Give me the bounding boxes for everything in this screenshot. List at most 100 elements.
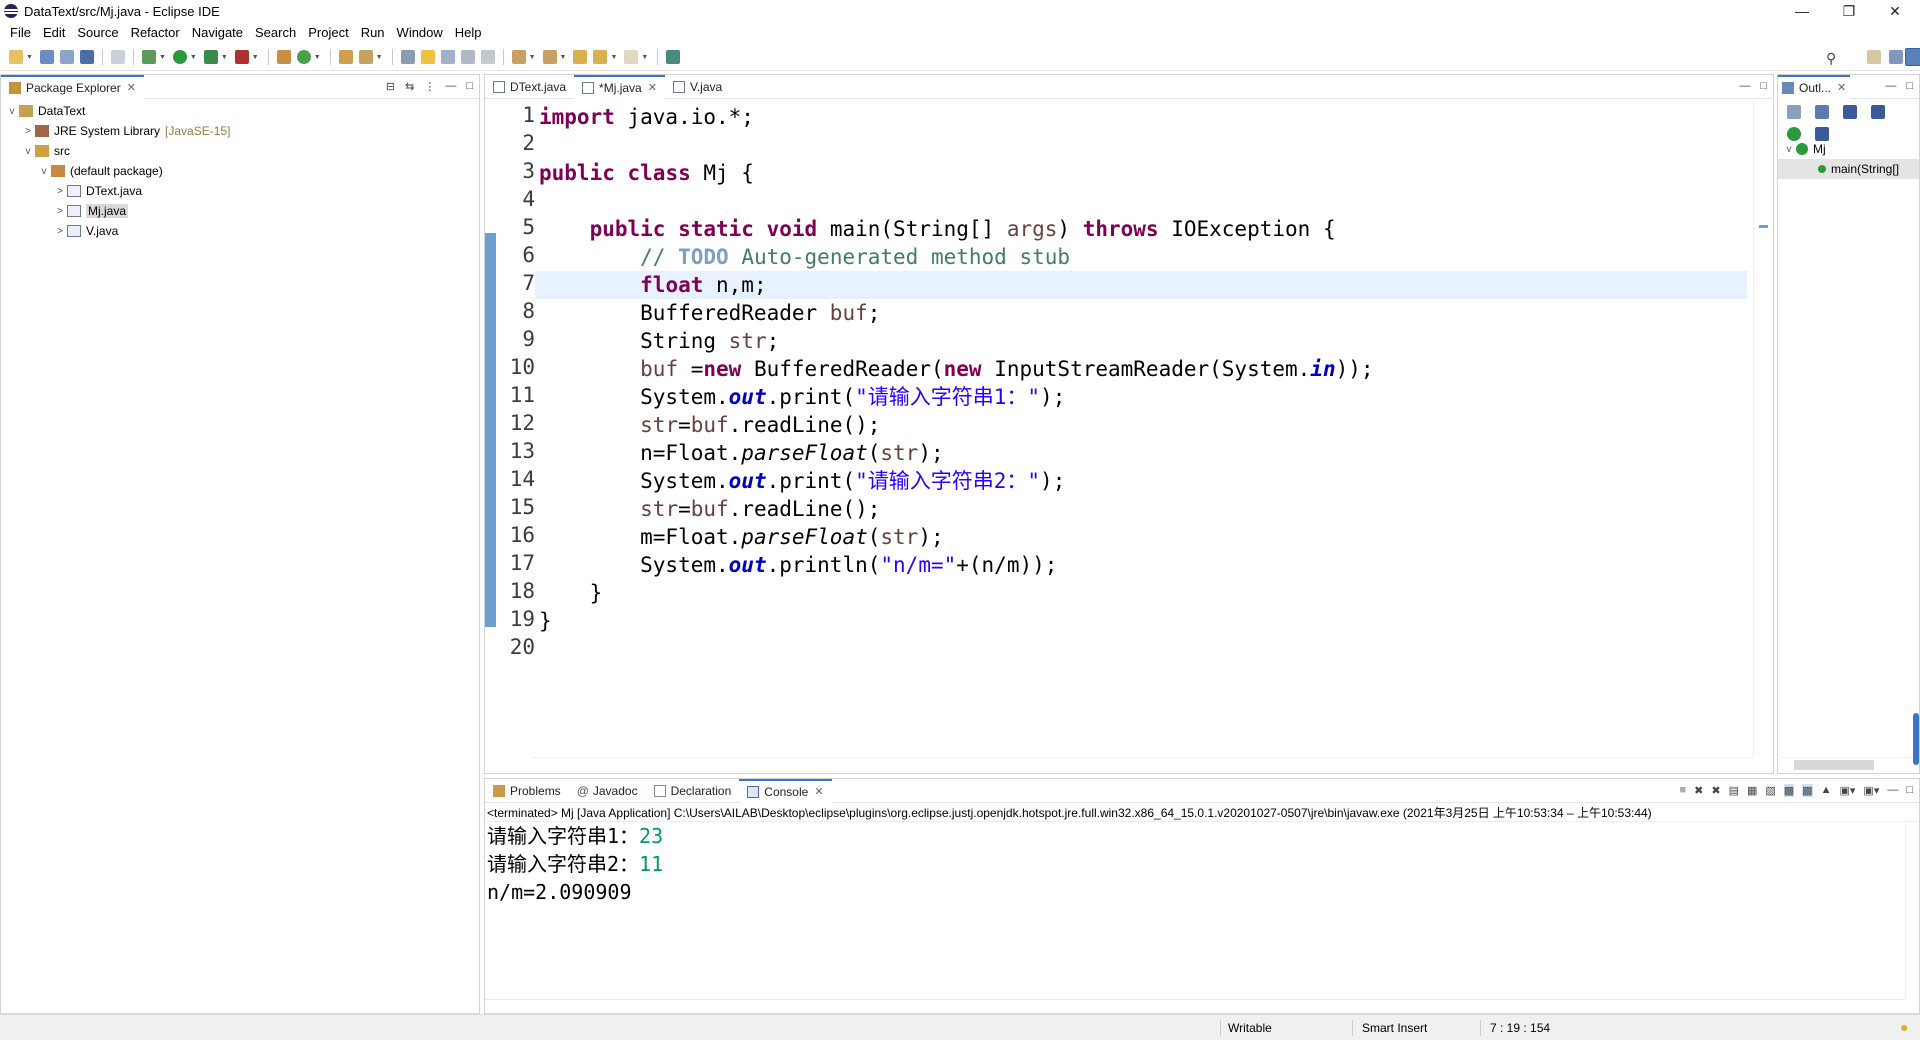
- perspective-java-ee-icon[interactable]: [1889, 50, 1903, 64]
- vertical-scrollbar[interactable]: [1753, 99, 1773, 757]
- console-output[interactable]: 请输入字符串1：23 请输入字符串2：11 n/m=2.090909: [485, 822, 1919, 906]
- menu-edit[interactable]: Edit: [37, 25, 71, 40]
- tab-outline[interactable]: Outl... ✕: [1778, 74, 1851, 99]
- coverage-icon[interactable]: [203, 50, 218, 64]
- collapse-all-icon[interactable]: [1787, 105, 1801, 119]
- tab-declaration[interactable]: Declaration: [646, 779, 740, 803]
- chevron-down-icon[interactable]: ▼: [26, 54, 33, 61]
- last-edit-icon[interactable]: [573, 50, 588, 64]
- close-icon[interactable]: ✕: [127, 81, 136, 94]
- menu-window[interactable]: Window: [391, 25, 449, 40]
- tab-package-explorer[interactable]: Package Explorer ✕: [1, 74, 144, 99]
- outline-item-class[interactable]: v Mj: [1778, 139, 1919, 159]
- save-icon[interactable]: [39, 50, 54, 64]
- tab-v-java[interactable]: V.java: [665, 75, 730, 99]
- horizontal-scrollbar[interactable]: [1782, 757, 1915, 771]
- collapse-all-icon[interactable]: ⊟: [386, 80, 395, 93]
- chevron-down-icon[interactable]: ▼: [641, 54, 648, 61]
- prev-annotation-icon[interactable]: [542, 50, 557, 64]
- minimize-icon[interactable]: —: [1885, 80, 1896, 92]
- tab-console[interactable]: Console ✕: [739, 778, 832, 803]
- close-button[interactable]: ✕: [1873, 0, 1917, 22]
- perspective-java-icon[interactable]: [1905, 48, 1920, 66]
- open-type-icon[interactable]: [338, 50, 353, 64]
- code-line[interactable]: BufferedReader buf;: [539, 299, 880, 327]
- hide-static-icon[interactable]: [1871, 105, 1885, 119]
- chevron-down-icon[interactable]: ▼: [560, 54, 567, 61]
- save-all-icon[interactable]: [59, 50, 74, 64]
- external-tools-icon[interactable]: [234, 50, 249, 64]
- maximize-icon[interactable]: □: [1760, 80, 1767, 92]
- hide-fields-icon[interactable]: [1843, 105, 1857, 119]
- tree-item-dtext-java[interactable]: > DText.java: [1, 181, 479, 201]
- code-line[interactable]: System.out.print("请输入字符串1：");: [539, 383, 1065, 411]
- chevron-down-icon[interactable]: v: [21, 146, 35, 157]
- minimize-icon[interactable]: —: [1739, 80, 1750, 92]
- pin-console-icon[interactable]: ▲: [1821, 784, 1832, 797]
- tree-item-default-package[interactable]: v (default package): [1, 161, 479, 181]
- close-icon[interactable]: ✕: [648, 81, 657, 94]
- highlight-icon[interactable]: [420, 50, 435, 64]
- forward-icon[interactable]: [624, 50, 639, 64]
- minimize-button[interactable]: —: [1780, 0, 1824, 22]
- remove-all-icon[interactable]: ✖: [1711, 784, 1720, 797]
- print-icon[interactable]: [79, 50, 94, 64]
- next-annotation-icon[interactable]: [511, 50, 526, 64]
- chevron-right-icon[interactable]: >: [53, 206, 67, 217]
- code-line[interactable]: buf =new BufferedReader(new InputStreamR…: [539, 355, 1373, 383]
- menu-project[interactable]: Project: [302, 25, 354, 40]
- search-icon[interactable]: ⚲: [1826, 50, 1836, 67]
- code-line[interactable]: String str;: [539, 327, 779, 355]
- maximize-icon[interactable]: □: [466, 80, 473, 93]
- chevron-down-icon[interactable]: ▼: [159, 54, 166, 61]
- tab-javadoc[interactable]: @ Javadoc: [569, 779, 646, 803]
- horizontal-scrollbar[interactable]: [533, 757, 1753, 773]
- chevron-right-icon[interactable]: >: [53, 226, 67, 237]
- chevron-down-icon[interactable]: ▼: [376, 54, 383, 61]
- menu-refactor[interactable]: Refactor: [125, 25, 186, 40]
- debug-icon[interactable]: [141, 50, 156, 64]
- pin-editor-icon[interactable]: [666, 50, 681, 64]
- chevron-down-icon[interactable]: v: [5, 106, 19, 117]
- menu-file[interactable]: File: [4, 25, 37, 40]
- menu-navigate[interactable]: Navigate: [186, 25, 249, 40]
- chevron-down-icon[interactable]: ▼: [610, 54, 617, 61]
- terminate-icon[interactable]: ■: [1679, 784, 1686, 797]
- link-with-editor-icon[interactable]: ⇆: [405, 80, 414, 93]
- menu-help[interactable]: Help: [449, 25, 488, 40]
- maximize-icon[interactable]: □: [1906, 80, 1913, 92]
- hide-local-types-icon[interactable]: [1815, 127, 1829, 141]
- tree-item-mj-java[interactable]: > Mj.java: [1, 201, 479, 221]
- new-class-icon[interactable]: [296, 50, 311, 64]
- close-icon[interactable]: ✕: [1837, 81, 1846, 94]
- view-menu-icon[interactable]: ⋮: [424, 80, 435, 93]
- code-line[interactable]: str=buf.readLine();: [539, 495, 880, 523]
- chevron-down-icon[interactable]: v: [1782, 144, 1796, 155]
- new-icon[interactable]: [9, 50, 23, 64]
- toggle-mark-icon[interactable]: [400, 50, 415, 64]
- clear-console-icon[interactable]: ▤: [1729, 784, 1739, 797]
- tree-item-datatext[interactable]: v DataText: [1, 101, 479, 121]
- search-tool-icon[interactable]: [358, 50, 373, 64]
- chevron-down-icon[interactable]: v: [37, 166, 51, 177]
- chevron-right-icon[interactable]: >: [53, 186, 67, 197]
- tree-item-src[interactable]: v src: [1, 141, 479, 161]
- skip-breakpoints-icon[interactable]: [110, 50, 125, 64]
- code-line[interactable]: }: [539, 607, 552, 635]
- code-line[interactable]: n=Float.parseFloat(str);: [539, 439, 943, 467]
- restore-button[interactable]: ❐: [1827, 0, 1871, 22]
- vertical-scrollbar[interactable]: [1905, 823, 1919, 999]
- maximize-icon[interactable]: □: [1906, 784, 1913, 797]
- code-line[interactable]: m=Float.parseFloat(str);: [539, 523, 943, 551]
- code-line[interactable]: str=buf.readLine();: [539, 411, 880, 439]
- block-selection-icon[interactable]: [440, 50, 455, 64]
- chevron-down-icon[interactable]: ▼: [314, 54, 321, 61]
- chevron-down-icon[interactable]: ▼: [529, 54, 536, 61]
- open-console-icon[interactable]: ▣▾: [1863, 784, 1879, 797]
- chevron-right-icon[interactable]: >: [21, 126, 35, 137]
- code-area[interactable]: import java.io.*; public class Mj { publi…: [535, 99, 1747, 755]
- word-wrap-icon[interactable]: ▧: [1765, 784, 1775, 797]
- chevron-down-icon[interactable]: ▼: [190, 54, 197, 61]
- sort-icon[interactable]: [1815, 105, 1829, 119]
- code-line[interactable]: System.out.println("n/m="+(n/m));: [539, 551, 1057, 579]
